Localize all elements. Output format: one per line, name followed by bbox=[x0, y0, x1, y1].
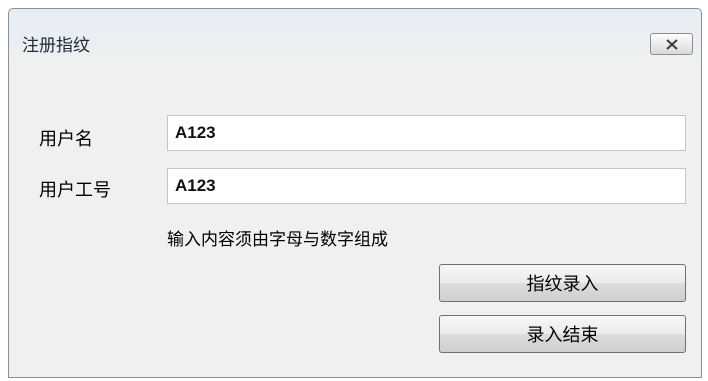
employee-id-input[interactable] bbox=[167, 168, 686, 204]
window-title: 注册指纹 bbox=[22, 36, 90, 56]
username-input[interactable] bbox=[167, 115, 686, 151]
enroll-fingerprint-button[interactable]: 指纹录入 bbox=[439, 264, 686, 302]
title-bar: 注册指纹 bbox=[9, 9, 701, 69]
close-icon bbox=[666, 39, 678, 50]
username-label: 用户名 bbox=[39, 129, 93, 150]
close-button[interactable] bbox=[650, 33, 693, 55]
register-fingerprint-dialog: 注册指纹 用户名 用户工号 输入内容须由字母与数字组成 指纹录入 录入结束 bbox=[8, 8, 702, 378]
employee-id-label: 用户工号 bbox=[39, 180, 111, 201]
finish-enrollment-button[interactable]: 录入结束 bbox=[439, 315, 686, 353]
input-hint-text: 输入内容须由字母与数字组成 bbox=[167, 230, 388, 250]
